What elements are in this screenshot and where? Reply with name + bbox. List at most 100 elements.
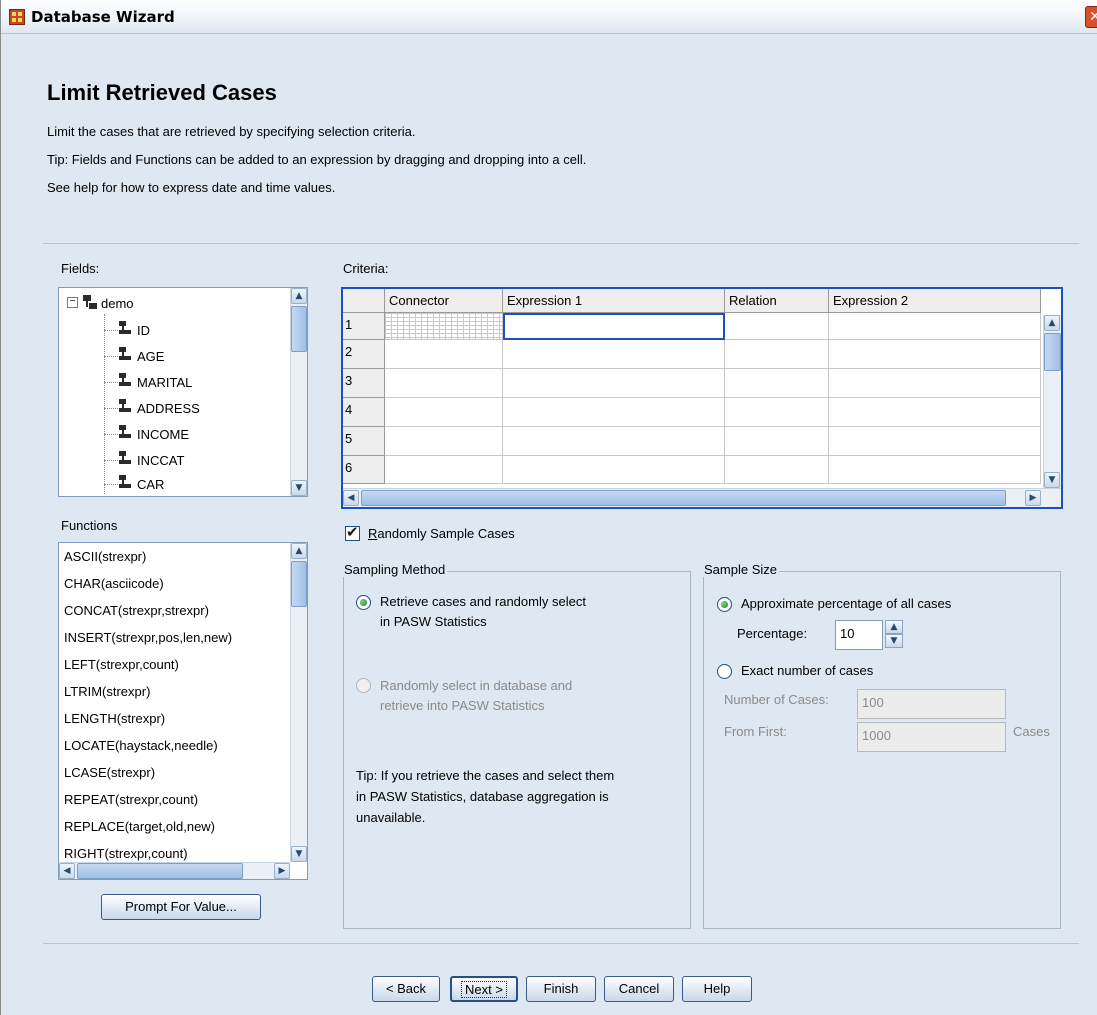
spin-up-icon[interactable]: ▲ — [885, 620, 903, 634]
percentage-input[interactable]: 10 — [835, 620, 883, 650]
scroll-down-icon[interactable]: ▼ — [291, 846, 307, 862]
scroll-up-icon[interactable]: ▲ — [291, 543, 307, 559]
column-header[interactable]: Expression 2 — [829, 289, 1041, 313]
function-item[interactable]: CHAR(asciicode) — [64, 576, 164, 591]
connector-cell[interactable] — [385, 369, 503, 398]
functions-hscrollbar[interactable]: ◀ ▶ — [59, 862, 290, 879]
scroll-left-icon[interactable]: ◀ — [59, 863, 75, 879]
scroll-thumb[interactable] — [291, 561, 307, 607]
approximate-percentage-radio[interactable] — [717, 597, 732, 612]
expression2-cell[interactable] — [829, 398, 1041, 427]
table-icon — [83, 295, 97, 311]
expression2-cell[interactable] — [829, 369, 1041, 398]
column-header[interactable]: Connector — [385, 289, 503, 313]
function-item[interactable]: LTRIM(strexpr) — [64, 684, 150, 699]
scroll-right-icon[interactable]: ▶ — [1025, 490, 1041, 506]
expression2-cell[interactable] — [829, 456, 1041, 484]
field-item[interactable]: MARITAL — [59, 370, 289, 396]
select-in-database-label[interactable]: Randomly select in database and — [380, 676, 572, 696]
scroll-right-icon[interactable]: ▶ — [274, 863, 290, 879]
functions-list[interactable]: ASCII(strexpr) CHAR(asciicode) CONCAT(st… — [58, 542, 308, 880]
function-item[interactable]: LEFT(strexpr,count) — [64, 657, 179, 672]
function-item[interactable]: LOCATE(haystack,needle) — [64, 738, 218, 753]
criteria-vscrollbar[interactable]: ▲ ▼ — [1043, 315, 1061, 488]
row-header: 3 — [343, 369, 385, 398]
spin-down-icon[interactable]: ▼ — [885, 634, 903, 648]
cancel-button[interactable]: Cancel — [604, 976, 674, 1002]
random-sample-label[interactable]: Randomly Sample Cases — [368, 526, 515, 541]
scroll-thumb[interactable] — [1044, 333, 1061, 371]
connector-cell[interactable] — [385, 313, 503, 340]
criteria-grid[interactable]: Connector Expression 1 Relation Expressi… — [341, 287, 1063, 509]
scroll-thumb[interactable] — [361, 490, 1006, 506]
scroll-down-icon[interactable]: ▼ — [291, 480, 307, 496]
relation-cell[interactable] — [725, 456, 829, 484]
description-line-1: Limit the cases that are retrieved by sp… — [47, 124, 416, 139]
field-item[interactable]: CAR — [59, 472, 289, 496]
connector-cell[interactable] — [385, 427, 503, 456]
select-in-database-radio[interactable] — [356, 678, 371, 693]
expression1-cell[interactable] — [503, 456, 725, 484]
fields-vscrollbar[interactable]: ▲ ▼ — [290, 288, 307, 496]
functions-vscrollbar[interactable]: ▲ ▼ — [290, 543, 307, 862]
retrieve-and-select-label[interactable]: Retrieve cases and randomly select — [380, 592, 586, 612]
scroll-left-icon[interactable]: ◀ — [343, 490, 359, 506]
number-of-cases-input[interactable]: 100 — [857, 689, 1006, 719]
function-item[interactable]: REPEAT(strexpr,count) — [64, 792, 198, 807]
scroll-thumb[interactable] — [77, 863, 243, 879]
expression1-cell[interactable] — [503, 313, 725, 340]
fields-label: Fields: — [61, 261, 100, 276]
retrieve-and-select-radio[interactable] — [356, 595, 371, 610]
collapse-icon[interactable]: − — [67, 297, 78, 308]
field-item[interactable]: INCOME — [59, 422, 289, 448]
function-item[interactable]: CONCAT(strexpr,strexpr) — [64, 603, 209, 618]
scroll-up-icon[interactable]: ▲ — [1044, 315, 1060, 331]
next-button[interactable]: Next > — [450, 976, 518, 1002]
field-icon — [119, 451, 133, 467]
function-item[interactable]: LCASE(strexpr) — [64, 765, 155, 780]
scroll-thumb[interactable] — [291, 306, 307, 352]
criteria-hscrollbar[interactable]: ◀ ▶ — [343, 488, 1061, 507]
function-item[interactable]: LENGTH(strexpr) — [64, 711, 165, 726]
finish-button[interactable]: Finish — [526, 976, 596, 1002]
expression2-cell[interactable] — [829, 313, 1041, 340]
connector-cell[interactable] — [385, 398, 503, 427]
scroll-up-icon[interactable]: ▲ — [291, 288, 307, 304]
prompt-for-value-button[interactable]: Prompt For Value... — [101, 894, 261, 920]
random-sample-checkbox[interactable]: ✔ — [345, 523, 360, 541]
random-sample-label-text: andomly Sample Cases — [377, 526, 515, 541]
expression1-cell[interactable] — [503, 369, 725, 398]
help-button[interactable]: Help — [682, 976, 752, 1002]
field-item[interactable]: ID — [59, 318, 289, 344]
connector-cell[interactable] — [385, 456, 503, 484]
fields-tree[interactable]: − demo ID AGE MARITAL ADDRESS INCOME INC… — [58, 287, 308, 497]
connector-cell[interactable] — [385, 340, 503, 369]
exact-number-label[interactable]: Exact number of cases — [741, 661, 873, 681]
field-icon — [119, 373, 133, 389]
field-item[interactable]: INCCAT — [59, 448, 289, 474]
function-item[interactable]: RIGHT(strexpr,count) — [64, 846, 188, 861]
expression2-cell[interactable] — [829, 340, 1041, 369]
column-header[interactable]: Relation — [725, 289, 829, 313]
relation-cell[interactable] — [725, 340, 829, 369]
relation-cell[interactable] — [725, 427, 829, 456]
expression1-cell[interactable] — [503, 340, 725, 369]
approximate-percentage-label[interactable]: Approximate percentage of all cases — [741, 594, 951, 614]
back-button[interactable]: < Back — [372, 976, 440, 1002]
scroll-down-icon[interactable]: ▼ — [1044, 472, 1060, 488]
relation-cell[interactable] — [725, 369, 829, 398]
close-button[interactable]: ✕ — [1085, 6, 1097, 28]
expression2-cell[interactable] — [829, 427, 1041, 456]
expression1-cell[interactable] — [503, 427, 725, 456]
from-first-input[interactable]: 1000 — [857, 722, 1006, 752]
field-item[interactable]: ADDRESS — [59, 396, 289, 422]
function-item[interactable]: INSERT(strexpr,pos,len,new) — [64, 630, 232, 645]
relation-cell[interactable] — [725, 398, 829, 427]
column-header[interactable]: Expression 1 — [503, 289, 725, 313]
expression1-cell[interactable] — [503, 398, 725, 427]
function-item[interactable]: ASCII(strexpr) — [64, 549, 146, 564]
relation-cell[interactable] — [725, 313, 829, 340]
exact-number-radio[interactable] — [717, 664, 732, 679]
function-item[interactable]: REPLACE(target,old,new) — [64, 819, 215, 834]
field-item[interactable]: AGE — [59, 344, 289, 370]
